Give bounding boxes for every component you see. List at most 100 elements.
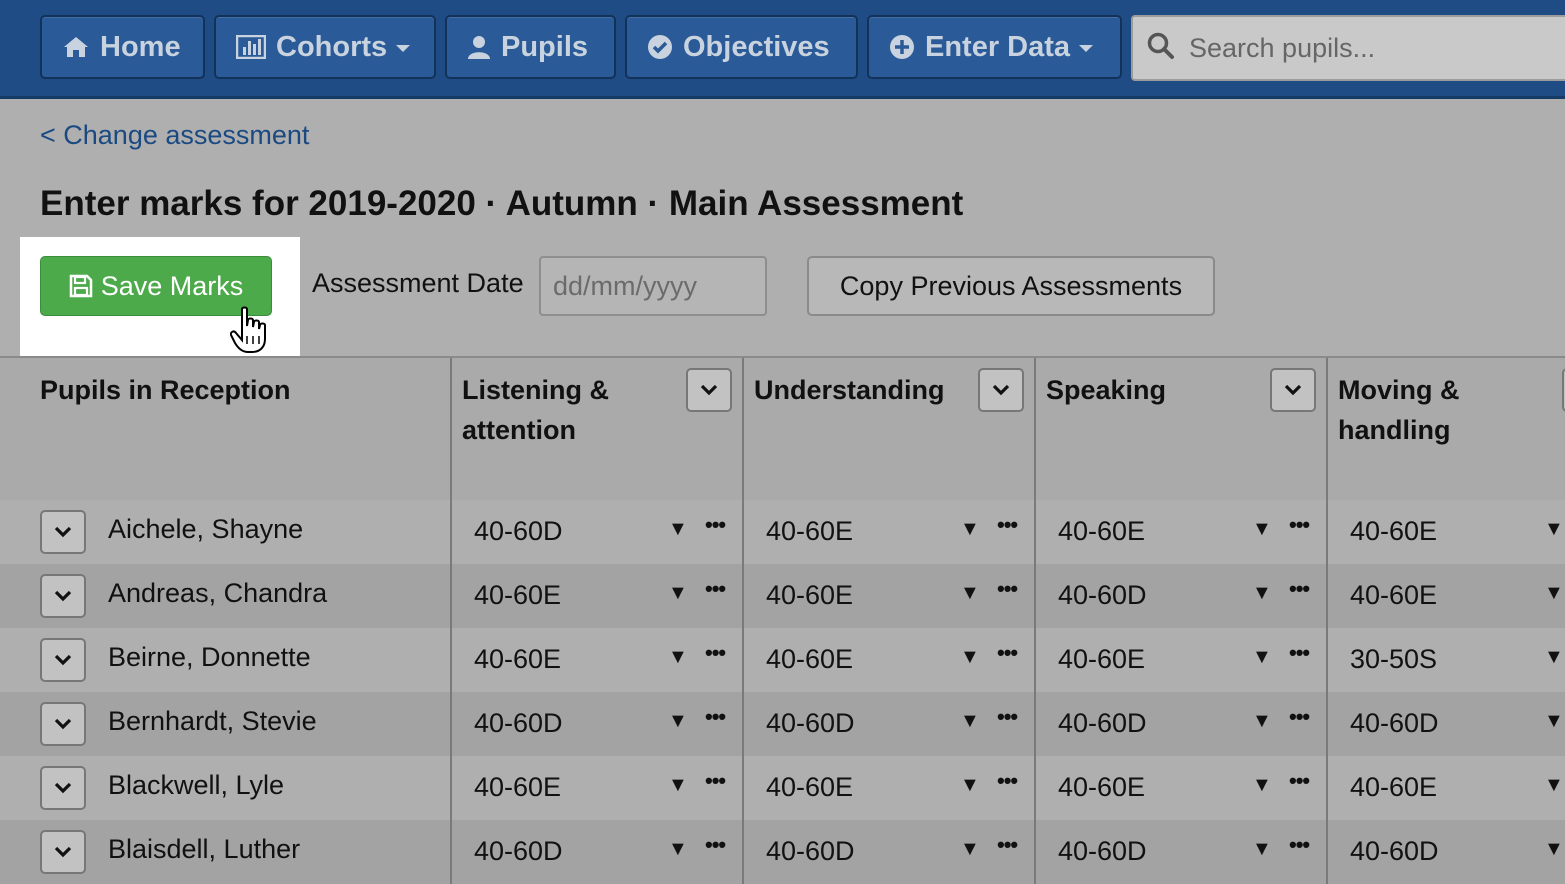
dropdown-arrow-icon[interactable]: ▼ [960, 710, 980, 733]
column-menu-button[interactable] [686, 368, 732, 412]
pupil-name: Blaisdell, Luther [108, 834, 301, 864]
mark-select[interactable]: 40-60D [474, 836, 563, 867]
more-options-icon[interactable]: ••• [705, 704, 726, 730]
row-expand-button[interactable] [40, 638, 86, 682]
dropdown-arrow-icon[interactable]: ▼ [1544, 774, 1564, 797]
mark-select[interactable]: 40-60E [766, 516, 853, 547]
mark-select[interactable]: 40-60E [474, 772, 561, 803]
more-options-icon[interactable]: ••• [1289, 576, 1310, 602]
dropdown-arrow-icon[interactable]: ▼ [1544, 582, 1564, 605]
mark-select[interactable]: 40-60E [766, 644, 853, 675]
dropdown-arrow-icon[interactable]: ▼ [668, 582, 688, 605]
mark-select[interactable]: 40-60E [1058, 644, 1145, 675]
dropdown-arrow-icon[interactable]: ▼ [668, 518, 688, 541]
mark-select[interactable]: 40-60E [766, 580, 853, 611]
more-options-icon[interactable]: ••• [997, 576, 1018, 602]
column-divider [1326, 564, 1328, 628]
row-expand-button[interactable] [40, 510, 86, 554]
dropdown-arrow-icon[interactable]: ▼ [960, 774, 980, 797]
nav-objectives-button[interactable]: Objectives [625, 15, 858, 79]
dropdown-arrow-icon[interactable]: ▼ [960, 518, 980, 541]
more-options-icon[interactable]: ••• [1289, 768, 1310, 794]
nav-home-button[interactable]: Home [40, 15, 205, 79]
column-divider [450, 500, 452, 564]
dropdown-arrow-icon[interactable]: ▼ [1252, 646, 1272, 669]
more-options-icon[interactable]: ••• [997, 832, 1018, 858]
mark-select[interactable]: 40-60E [1058, 772, 1145, 803]
mark-select[interactable]: 30-50S [1350, 644, 1437, 675]
dropdown-arrow-icon[interactable]: ▼ [1544, 710, 1564, 733]
more-options-icon[interactable]: ••• [705, 512, 726, 538]
hand-pointer-icon [229, 306, 268, 361]
more-options-icon[interactable]: ••• [997, 704, 1018, 730]
mark-select[interactable]: 40-60E [474, 580, 561, 611]
row-expand-button[interactable] [40, 702, 86, 746]
pupil-name: Aichele, Shayne [108, 514, 304, 544]
dropdown-arrow-icon[interactable]: ▼ [668, 774, 688, 797]
column-divider [1326, 756, 1328, 820]
dropdown-arrow-icon[interactable]: ▼ [1252, 774, 1272, 797]
column-divider [450, 564, 452, 628]
table-row: Aichele, Shayne 40-60D ▼ ••• 40-60E ▼ ••• 40-60… [0, 500, 1565, 564]
check-circle-icon [647, 34, 673, 60]
chevron-down-icon [54, 782, 72, 794]
mark-select[interactable]: 40-60D [766, 708, 855, 739]
mark-select[interactable]: 40-60D [766, 836, 855, 867]
nav-pupils-button[interactable]: Pupils [445, 15, 616, 79]
mark-select[interactable]: 40-60E [766, 772, 853, 803]
column-menu-button[interactable] [1270, 368, 1316, 412]
dropdown-arrow-icon[interactable]: ▼ [1544, 646, 1564, 669]
dropdown-arrow-icon[interactable]: ▼ [1544, 518, 1564, 541]
mark-select[interactable]: 40-60E [1058, 516, 1145, 547]
column-divider [1034, 500, 1036, 564]
mark-select[interactable]: 40-60E [1350, 580, 1437, 611]
dropdown-arrow-icon[interactable]: ▼ [960, 582, 980, 605]
nav-objectives-label: Objectives [683, 30, 830, 63]
dropdown-arrow-icon[interactable]: ▼ [668, 710, 688, 733]
more-options-icon[interactable]: ••• [705, 576, 726, 602]
table-row: Bernhardt, Stevie 40-60D ▼ ••• 40-60D ▼ ••• 40-… [0, 692, 1565, 756]
pupil-name: Andreas, Chandra [108, 578, 328, 608]
mark-select[interactable]: 40-60D [1058, 836, 1147, 867]
dropdown-arrow-icon[interactable]: ▼ [960, 646, 980, 669]
search-icon [1147, 32, 1175, 65]
nav-cohorts-button[interactable]: Cohorts [214, 15, 436, 79]
mark-select[interactable]: 40-60D [1058, 580, 1147, 611]
save-marks-label: Save Marks [100, 270, 244, 301]
more-options-icon[interactable]: ••• [705, 768, 726, 794]
mark-select[interactable]: 40-60D [474, 708, 563, 739]
dropdown-arrow-icon[interactable]: ▼ [1252, 518, 1272, 541]
more-options-icon[interactable]: ••• [1289, 640, 1310, 666]
mark-select[interactable]: 40-60D [1058, 708, 1147, 739]
chevron-down-icon [700, 384, 718, 396]
mark-select[interactable]: 40-60E [1350, 516, 1437, 547]
column-menu-button[interactable] [978, 368, 1024, 412]
more-options-icon[interactable]: ••• [1289, 832, 1310, 858]
mark-select[interactable]: 40-60D [1350, 708, 1439, 739]
more-options-icon[interactable]: ••• [1289, 704, 1310, 730]
more-options-icon[interactable]: ••• [997, 640, 1018, 666]
more-options-icon[interactable]: ••• [705, 832, 726, 858]
nav-enter-data-button[interactable]: Enter Data [867, 15, 1122, 79]
copy-previous-assessments-button[interactable]: Copy Previous Assessments [807, 256, 1215, 316]
row-expand-button[interactable] [40, 766, 86, 810]
more-options-icon[interactable]: ••• [705, 640, 726, 666]
mark-select[interactable]: 40-60E [1350, 772, 1437, 803]
row-expand-button[interactable] [40, 830, 86, 874]
column-header-listening: Listening & attention [450, 358, 744, 500]
row-expand-button[interactable] [40, 574, 86, 618]
column-divider [742, 564, 744, 628]
dropdown-arrow-icon[interactable]: ▼ [1252, 582, 1272, 605]
mark-select[interactable]: 40-60D [474, 516, 563, 547]
more-options-icon[interactable]: ••• [1289, 512, 1310, 538]
dropdown-arrow-icon[interactable]: ▼ [1252, 710, 1272, 733]
assessment-date-input[interactable] [539, 256, 767, 316]
mark-select[interactable]: 40-60E [474, 644, 561, 675]
dropdown-arrow-icon[interactable]: ▼ [668, 646, 688, 669]
mark-select[interactable]: 40-60D [1350, 836, 1439, 867]
column-divider [1034, 756, 1036, 820]
more-options-icon[interactable]: ••• [997, 768, 1018, 794]
change-assessment-link[interactable]: < Change assessment [40, 120, 309, 151]
more-options-icon[interactable]: ••• [997, 512, 1018, 538]
search-input[interactable] [1187, 31, 1551, 65]
